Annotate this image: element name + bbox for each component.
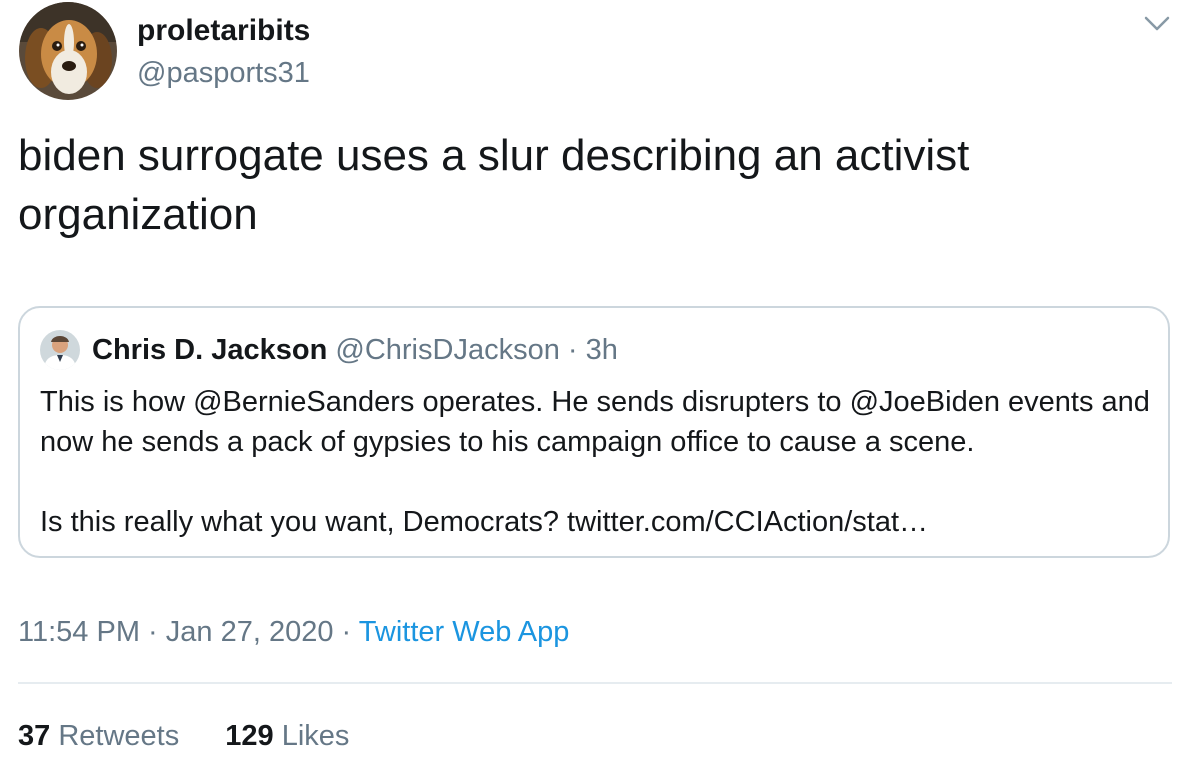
tweet-metadata: 11:54 PM · Jan 27, 2020 · Twitter Web Ap… xyxy=(18,614,569,650)
tweet-source-link[interactable]: Twitter Web App xyxy=(359,616,570,648)
tweet-date[interactable]: Jan 27, 2020 xyxy=(166,616,334,648)
quoted-tweet-paragraph: Is this really what you want, Democrats?… xyxy=(40,506,929,538)
chevron-down-icon xyxy=(1144,16,1170,31)
divider xyxy=(18,682,1172,684)
quoted-tweet-body: This is how @BernieSanders operates. He … xyxy=(40,382,1150,542)
retweets-stat[interactable]: 37 Retweets xyxy=(18,720,187,752)
beagle-dog-avatar-icon xyxy=(19,2,117,100)
person-avatar-icon xyxy=(40,330,80,370)
tweet-text: biden surrogate uses a slur describing a… xyxy=(18,131,970,239)
likes-stat[interactable]: 129 Likes xyxy=(225,720,349,752)
tweet-time[interactable]: 11:54 PM xyxy=(18,616,140,648)
quoted-tweet-header: Chris D. Jackson @ChrisDJackson · 3h xyxy=(92,332,618,368)
quoted-author-name[interactable]: Chris D. Jackson xyxy=(92,334,327,366)
separator-dot: · xyxy=(148,616,158,648)
quoted-author-avatar[interactable] xyxy=(40,330,80,370)
retweets-label: Retweets xyxy=(58,720,180,752)
author-handle[interactable]: @pasports31 xyxy=(137,55,310,91)
quoted-tweet-card[interactable]: Chris D. Jackson @ChrisDJackson · 3h Thi… xyxy=(18,306,1170,558)
likes-count: 129 xyxy=(225,720,274,752)
retweets-count: 37 xyxy=(18,720,51,752)
quoted-tweet-time: 3h xyxy=(585,334,618,366)
author-avatar[interactable] xyxy=(19,2,117,100)
separator-dot: · xyxy=(567,334,578,366)
separator-dot: · xyxy=(341,616,352,648)
quoted-tweet-paragraph: This is how @BernieSanders operates. He … xyxy=(40,386,1150,458)
quoted-author-handle[interactable]: @ChrisDJackson xyxy=(335,334,559,366)
likes-label: Likes xyxy=(281,720,350,752)
tweet-menu-button[interactable] xyxy=(1143,14,1171,34)
author-display-name[interactable]: proletaribits xyxy=(137,13,310,49)
tweet-stats: 37 Retweets 129 Likes xyxy=(18,718,349,754)
